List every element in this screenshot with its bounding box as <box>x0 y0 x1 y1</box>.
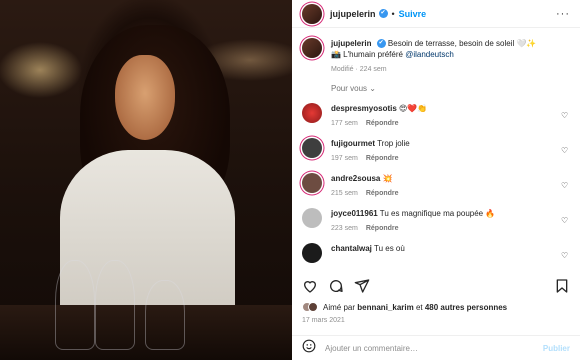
comment-text: Trop jolie <box>377 139 410 148</box>
like-comment-icon[interactable]: ♡ <box>561 216 570 225</box>
post-date: 17 mars 2021 <box>302 317 345 324</box>
photo-glass <box>95 260 135 350</box>
comment-input[interactable]: Ajouter un commentaire… <box>325 344 543 353</box>
post-header: jujupelerin ✔ • Suivre ··· <box>292 0 580 28</box>
emoji-icon[interactable] <box>302 339 316 358</box>
comment-age: 177 sem <box>331 120 358 127</box>
comment-row: despresmyosotis 😍❤️👏 177 sem Répondre ♡ <box>302 103 570 129</box>
comment-icon[interactable] <box>328 278 344 294</box>
reply-button[interactable]: Répondre <box>366 190 399 197</box>
likes-count[interactable]: 480 autres personnes <box>425 303 507 312</box>
photo-glass <box>145 280 185 350</box>
likes-summary[interactable]: Aimé par bennani_karim et 480 autres per… <box>302 302 507 312</box>
like-comment-icon[interactable]: ♡ <box>561 111 570 120</box>
verified-icon: ✔ <box>376 39 386 49</box>
comments-area: jujupelerin ✔ Besoin de terrasse, besoin… <box>292 28 580 268</box>
comment-row: andre2sousa 💥 215 sem Répondre ♡ <box>302 173 570 199</box>
commenter-avatar[interactable] <box>302 103 322 123</box>
like-comment-icon[interactable]: ♡ <box>561 181 570 190</box>
commenter-username[interactable]: chantalwaj <box>331 244 372 253</box>
author-avatar[interactable] <box>302 38 322 58</box>
caption-text: Besoin de terrasse, besoin de soleil 🤍✨ <box>387 39 537 48</box>
commenter-avatar[interactable] <box>302 173 322 193</box>
photo-glass <box>55 260 95 350</box>
comment-text: 💥 <box>382 174 393 183</box>
comment-age: 215 sem <box>331 190 358 197</box>
like-comment-icon[interactable]: ♡ <box>561 251 570 260</box>
comment-text: 😍❤️👏 <box>399 104 428 113</box>
comment-row: fujigourmet Trop jolie 197 sem Répondre ♡ <box>302 138 570 164</box>
commenter-username[interactable]: joyce011961 <box>331 209 378 218</box>
comment-composer: Ajouter un commentaire… Publier <box>292 335 580 360</box>
caption-mention[interactable]: @ilandeutsch <box>405 50 454 59</box>
reply-button[interactable]: Répondre <box>366 155 399 162</box>
author-username[interactable]: jujupelerin <box>330 9 376 19</box>
like-icon[interactable] <box>302 278 318 294</box>
caption-line2: 📸 L'humain préféré <box>331 50 403 59</box>
photo-face <box>115 55 175 140</box>
action-bar <box>302 277 570 295</box>
reply-button[interactable]: Répondre <box>366 225 399 232</box>
liker-avatar <box>308 302 318 312</box>
post-side-panel: jujupelerin ✔ • Suivre ··· jujupelerin ✔… <box>292 0 580 360</box>
caption-row: jujupelerin ✔ Besoin de terrasse, besoin… <box>302 38 570 75</box>
comment-age: 223 sem <box>331 225 358 232</box>
reply-button[interactable]: Répondre <box>366 120 399 127</box>
share-icon[interactable] <box>354 278 370 294</box>
like-comment-icon[interactable]: ♡ <box>561 146 570 155</box>
author-avatar[interactable] <box>302 3 322 24</box>
bookmark-icon[interactable] <box>554 278 570 294</box>
liker-username[interactable]: bennani_karim <box>357 303 413 312</box>
commenter-username[interactable]: fujigourmet <box>331 139 375 148</box>
post-photo[interactable] <box>0 0 292 360</box>
commenter-username[interactable]: andre2sousa <box>331 174 380 183</box>
commenter-avatar[interactable] <box>302 208 322 228</box>
verified-icon: ✔ <box>378 9 388 18</box>
caption-username[interactable]: jujupelerin <box>331 39 371 48</box>
more-options-icon[interactable]: ··· <box>556 8 570 20</box>
for-you-filter[interactable]: Pour vous ⌄ <box>331 84 570 93</box>
comment-text: Tu es où <box>373 244 405 253</box>
comment-age: 197 sem <box>331 155 358 162</box>
commenter-username[interactable]: despresmyosotis <box>331 104 397 113</box>
comment-text: Tu es magnifique ma poupée 🔥 <box>379 209 496 218</box>
commenter-avatar[interactable] <box>302 243 322 263</box>
caption-meta: Modifié · 224 sem <box>331 66 387 73</box>
publish-button[interactable]: Publier <box>543 344 570 353</box>
follow-button[interactable]: Suivre <box>399 9 427 19</box>
comment-row: chantalwaj Tu es où ♡ <box>302 243 570 263</box>
comment-row: joyce011961 Tu es magnifique ma poupée 🔥… <box>302 208 570 234</box>
commenter-avatar[interactable] <box>302 138 322 158</box>
